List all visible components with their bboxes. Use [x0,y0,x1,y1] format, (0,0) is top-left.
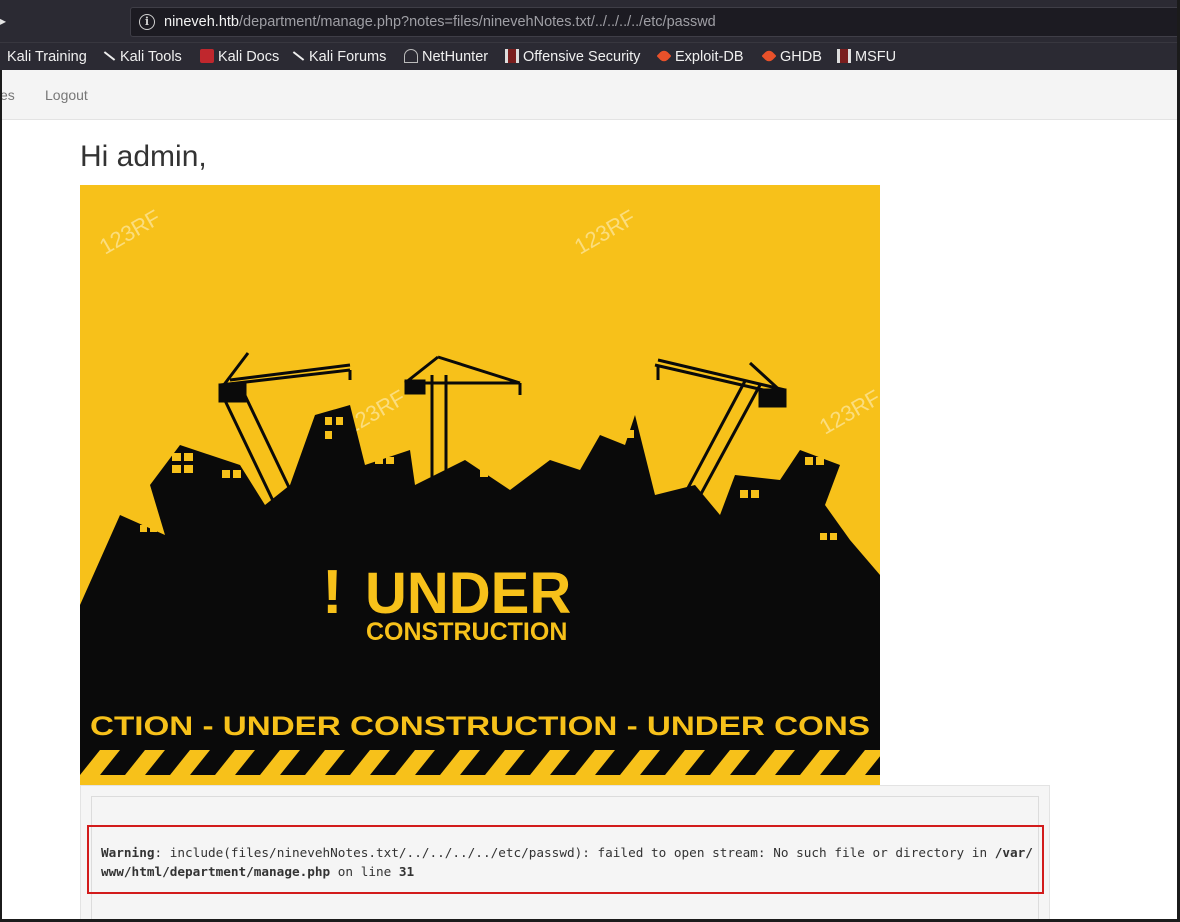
bookmark-label: NetHunter [422,49,489,65]
kali-dragon-icon [102,49,116,63]
hazard-stripes [80,750,880,785]
page-greeting: Hi admin, [80,140,207,173]
banner-illustration: 123RF 123RF 123RF 123RF ! UNDER CONSTRUC… [80,185,880,785]
info-icon[interactable]: i [139,14,155,30]
cursor-icon: ▸ [0,14,7,28]
nav-item-partial[interactable]: es [0,87,15,103]
offsec-icon [505,49,519,63]
bookmark-offensive-security[interactable]: Offensive Security [505,47,640,67]
banner-subtitle: CONSTRUCTION [366,618,567,646]
bookmark-msfu[interactable]: MSFU [837,47,896,67]
bookmark-kali-tools[interactable]: Kali Tools [102,47,182,67]
bookmark-label: Kali Forums [309,49,387,65]
bookmark-nethunter[interactable]: NetHunter [404,47,488,67]
url-path: /department/manage.php?notes=files/ninev… [238,14,716,30]
bookmark-label: GHDB [780,49,822,65]
banner-title: UNDER [365,561,571,626]
banner-tape-text: CTION - UNDER CONSTRUCTION - UNDER CONS [90,711,870,741]
bookmark-ghdb[interactable]: GHDB [761,47,822,67]
site-navbar: es Logout [0,70,1180,120]
offsec-icon [837,49,851,63]
nav-logout-link[interactable]: Logout [45,87,88,103]
url-bar[interactable]: i nineveh.htb/department/manage.php?note… [130,7,1180,37]
bookmark-label: Exploit-DB [675,49,744,65]
exploitdb-icon [761,48,777,64]
highlight-box [87,825,1044,894]
frame-border [0,70,2,922]
bookmark-label: MSFU [855,49,897,65]
browser-toolbar: ▸ i nineveh.htb/department/manage.php?no… [0,0,1180,42]
exploitdb-icon [656,48,672,64]
under-construction-banner: 123RF 123RF 123RF 123RF ! UNDER CONSTRUC… [80,185,880,785]
nethunter-icon [404,49,418,63]
bookmark-kali-forums[interactable]: Kali Forums [291,47,386,67]
url-text[interactable]: nineveh.htb/department/manage.php?notes=… [164,14,716,30]
bookmark-kali-docs[interactable]: Kali Docs [200,47,279,67]
kali-dragon-icon [291,49,305,63]
bookmark-exploit-db[interactable]: Exploit-DB [656,47,744,67]
bookmarks-toolbar: Kali Training Kali Tools Kali Docs Kali … [0,42,1180,70]
bookmark-label: Kali Tools [120,49,182,65]
banner-exclaim: ! [322,558,343,627]
bookmark-label: Kali Training [7,49,87,65]
bookmark-label: Kali Docs [218,49,280,65]
url-host: nineveh.htb [164,14,239,30]
bookmark-label: Offensive Security [523,49,641,65]
bookmark-kali-training[interactable]: Kali Training [7,47,87,67]
kali-docs-icon [200,49,214,63]
